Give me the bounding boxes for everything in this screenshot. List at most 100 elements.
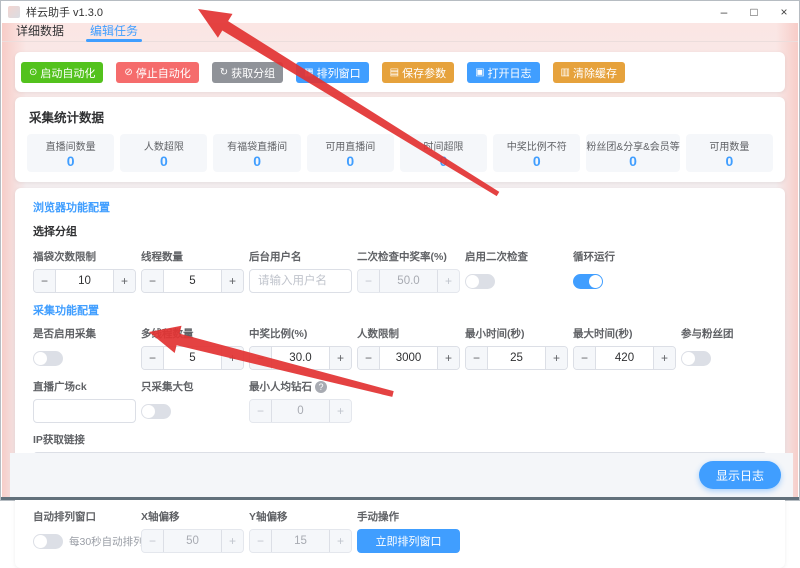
stepper-value: 50 bbox=[164, 530, 221, 552]
stat-label: 时间超限 bbox=[424, 138, 464, 153]
decrement-button: − bbox=[142, 530, 164, 552]
stat-value: 0 bbox=[533, 154, 541, 168]
decrement-button[interactable]: − bbox=[358, 347, 380, 369]
minimize-button[interactable]: – bbox=[709, 1, 739, 23]
max-time-stepper[interactable]: − 420 + bbox=[573, 346, 676, 370]
decrement-button: − bbox=[358, 270, 380, 292]
decrement-button[interactable]: − bbox=[34, 270, 56, 292]
window-arrange-row: 自动排列窗口 每30秒自动排列窗口 X轴偏移 − 50 + Y轴偏移 bbox=[25, 509, 775, 553]
field-label: 中奖比例(%) bbox=[249, 326, 352, 341]
toolbar: ⊙ 启动自动化 ⊘ 停止自动化 ↻ 获取分组 ▦ 排列窗口 ▤ 保存参数 ▣ 打… bbox=[15, 52, 785, 92]
min-diamond-stepper: − 0 + bbox=[249, 399, 352, 423]
field-plaza-ck: 直播广场ck bbox=[33, 379, 136, 423]
maximize-button[interactable]: □ bbox=[739, 1, 769, 23]
field-label: 最小人均钻石 ? bbox=[249, 379, 352, 394]
increment-button[interactable]: + bbox=[437, 347, 459, 369]
field-label: 多线程数量 bbox=[141, 326, 244, 341]
field-fudai-limit: 福袋次数限制 − 10 + bbox=[33, 249, 136, 293]
tab-edit-task[interactable]: 编辑任务 bbox=[90, 23, 138, 42]
help-icon[interactable]: ? bbox=[315, 381, 327, 393]
window-bottom-border bbox=[1, 497, 799, 500]
footer-bar: 显示日志 bbox=[10, 453, 793, 497]
stepper-value: 3000 bbox=[380, 347, 437, 369]
people-limit-stepper[interactable]: − 3000 + bbox=[357, 346, 460, 370]
button-label: 保存参数 bbox=[402, 65, 446, 81]
stat-label: 人数超限 bbox=[144, 138, 184, 153]
get-groups-button[interactable]: ↻ 获取分组 bbox=[212, 62, 283, 83]
field-win-ratio: 中奖比例(%) − 30.0 + bbox=[249, 326, 352, 370]
only-big-bag-toggle[interactable] bbox=[141, 404, 171, 419]
decrement-button[interactable]: − bbox=[250, 347, 272, 369]
min-time-stepper[interactable]: − 25 + bbox=[465, 346, 568, 370]
section-title-browser-config: 浏览器功能配置 bbox=[33, 199, 775, 215]
enable-recheck-toggle[interactable] bbox=[465, 274, 495, 289]
threads-stepper[interactable]: − 5 + bbox=[141, 269, 244, 293]
stepper-value: 50.0 bbox=[380, 270, 437, 292]
stepper-value: 15 bbox=[272, 530, 329, 552]
stat-time-exceeded: 时间超限 0 bbox=[400, 134, 487, 172]
start-automation-button[interactable]: ⊙ 启动自动化 bbox=[21, 62, 103, 83]
stepper-value: 5 bbox=[164, 347, 221, 369]
stepper-value: 10 bbox=[56, 270, 113, 292]
field-loop-run: 循环运行 bbox=[573, 249, 676, 293]
close-button[interactable]: × bbox=[769, 1, 799, 23]
increment-button[interactable]: + bbox=[221, 347, 243, 369]
increment-button[interactable]: + bbox=[113, 270, 135, 292]
multi-threads-stepper[interactable]: − 5 + bbox=[141, 346, 244, 370]
stat-value: 0 bbox=[440, 154, 448, 168]
refresh-icon: ↻ bbox=[220, 68, 228, 78]
field-label: IP获取链接 bbox=[33, 432, 767, 447]
stat-label: 中奖比例不符 bbox=[507, 138, 567, 153]
field-label: 二次检查中奖率(%) bbox=[357, 249, 460, 264]
plaza-ck-input[interactable] bbox=[33, 399, 136, 423]
stat-label: 可用直播间 bbox=[325, 138, 375, 153]
field-label: 最大时间(秒) bbox=[573, 326, 676, 341]
fudai-limit-stepper[interactable]: − 10 + bbox=[33, 269, 136, 293]
field-label: 直播广场ck bbox=[33, 379, 136, 394]
field-join-fans: 参与粉丝团 bbox=[681, 326, 784, 370]
enable-collect-toggle[interactable] bbox=[33, 351, 63, 366]
field-y-offset: Y轴偏移 − 15 + bbox=[249, 509, 352, 553]
show-log-button[interactable]: 显示日志 bbox=[699, 461, 781, 489]
stat-usable-count: 可用数量 0 bbox=[686, 134, 773, 172]
field-label: 启用二次检查 bbox=[465, 249, 568, 264]
window-controls: – □ × bbox=[709, 1, 799, 23]
grid-icon: ▦ bbox=[304, 68, 313, 78]
save-params-button[interactable]: ▤ 保存参数 bbox=[382, 62, 454, 83]
field-recheck-rate: 二次检查中奖率(%) − 50.0 + bbox=[357, 249, 460, 293]
decrement-button[interactable]: − bbox=[142, 270, 164, 292]
stat-usable-rooms: 可用直播间 0 bbox=[307, 134, 394, 172]
increment-button[interactable]: + bbox=[545, 347, 567, 369]
field-label: 福袋次数限制 bbox=[33, 249, 136, 264]
field-multi-threads: 多线程数量 − 5 + bbox=[141, 326, 244, 370]
increment-button[interactable]: + bbox=[221, 270, 243, 292]
join-fans-toggle[interactable] bbox=[681, 351, 711, 366]
stepper-value: 30.0 bbox=[272, 347, 329, 369]
decrement-button[interactable]: − bbox=[574, 347, 596, 369]
decrement-button[interactable]: − bbox=[466, 347, 488, 369]
decrement-button: − bbox=[250, 400, 272, 422]
app-icon bbox=[8, 6, 20, 18]
folder-icon: ▣ bbox=[475, 68, 484, 78]
auto-arrange-toggle[interactable] bbox=[33, 534, 63, 549]
field-only-big-bag: 只采集大包 bbox=[141, 379, 244, 423]
open-log-button[interactable]: ▣ 打开日志 bbox=[467, 62, 539, 83]
field-enable-recheck: 启用二次检查 bbox=[465, 249, 568, 293]
arrange-windows-button[interactable]: ▦ 排列窗口 bbox=[296, 62, 368, 83]
increment-button[interactable]: + bbox=[329, 347, 351, 369]
button-label: 清除缓存 bbox=[573, 65, 617, 81]
clear-cache-button[interactable]: ▥ 清除缓存 bbox=[553, 62, 625, 83]
stop-automation-button[interactable]: ⊘ 停止自动化 bbox=[116, 62, 198, 83]
stat-value: 0 bbox=[67, 154, 75, 168]
arrange-now-button[interactable]: 立即排列窗口 bbox=[357, 529, 460, 553]
select-group-label: 选择分组 bbox=[33, 223, 775, 239]
username-input[interactable] bbox=[249, 269, 352, 293]
win-ratio-stepper[interactable]: − 30.0 + bbox=[249, 346, 352, 370]
decrement-button[interactable]: − bbox=[142, 347, 164, 369]
loop-run-toggle[interactable] bbox=[573, 274, 603, 289]
button-label: 排列窗口 bbox=[317, 65, 361, 81]
stat-live-room-count: 直播间数量 0 bbox=[27, 134, 114, 172]
stat-fanclub-share-member: 粉丝团&分享&会员等 0 bbox=[586, 134, 679, 172]
tab-detail-data[interactable]: 详细数据 bbox=[16, 23, 64, 42]
increment-button[interactable]: + bbox=[653, 347, 675, 369]
